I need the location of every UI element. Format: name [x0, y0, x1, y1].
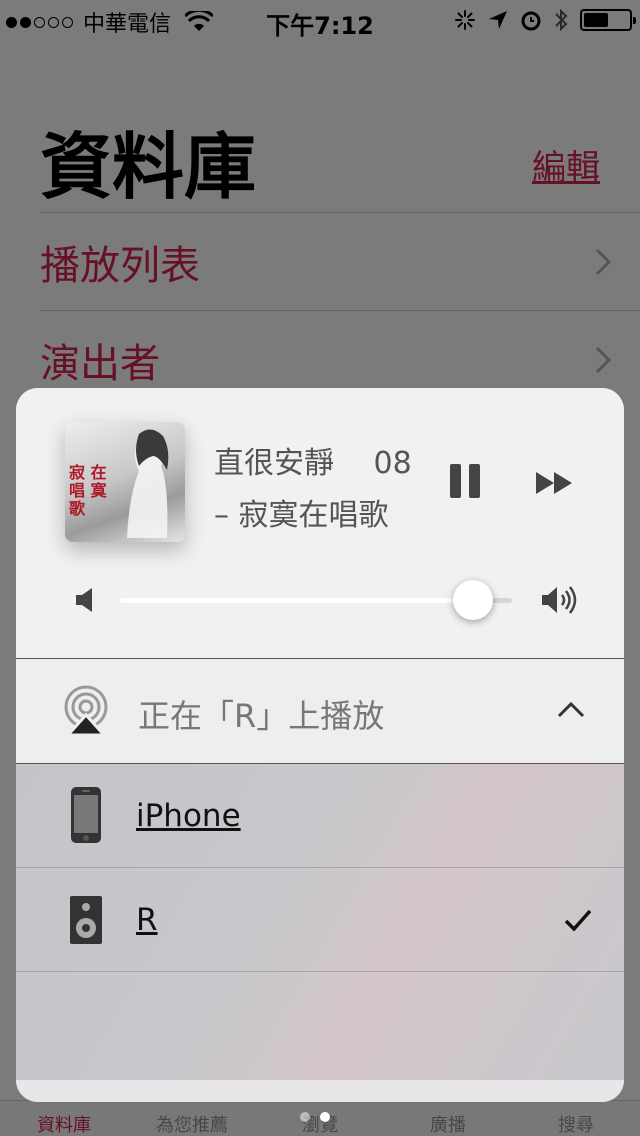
volume-min-icon: [76, 588, 92, 612]
device-label: R: [136, 902, 158, 938]
volume-slider-thumb[interactable]: [452, 580, 493, 620]
airplay-icon: [64, 685, 108, 737]
chevron-up-icon[interactable]: [556, 701, 586, 719]
airplay-header-label: 正在「R」上播放: [138, 697, 385, 735]
now-playing-panel: 寂 在唱 寞 歌 直很安靜 08 – 寂寞在唱歌: [16, 388, 624, 658]
airplay-device-iphone[interactable]: iPhone: [16, 764, 624, 868]
page-indicator[interactable]: [300, 1112, 330, 1122]
volume-max-icon: [542, 586, 577, 614]
song-info-marquee: 直很安靜 08 – 寂寞在唱歌: [214, 438, 412, 528]
page-dot: [300, 1112, 310, 1122]
sheet-bottom: [16, 1080, 624, 1102]
checkmark-icon: [564, 909, 592, 932]
control-center-sheet: 寂 在唱 寞 歌 直很安靜 08 – 寂寞在唱歌 正在「R」上播放 iPhone…: [16, 388, 624, 1102]
artwork-title-text: 寂 在唱 寞 歌: [69, 463, 107, 518]
volume-slider-fill: [120, 598, 473, 603]
fast-forward-button[interactable]: [536, 472, 574, 494]
device-label: iPhone: [136, 798, 241, 834]
song-artist-album: – 寂寞在唱歌: [214, 498, 389, 528]
song-title: 直很安靜 08: [214, 446, 412, 481]
iphone-icon: [71, 787, 101, 843]
page-dot-current: [320, 1112, 330, 1122]
artwork-figure: [127, 429, 169, 538]
album-artwork[interactable]: 寂 在唱 寞 歌: [65, 422, 185, 542]
volume-slider[interactable]: [120, 580, 512, 620]
airplay-device-r[interactable]: R: [16, 868, 624, 972]
speaker-icon: [70, 896, 102, 944]
airplay-device-list: iPhone R: [16, 764, 624, 1102]
pause-button[interactable]: [450, 464, 480, 498]
pause-icon: [450, 464, 461, 498]
airplay-header[interactable]: 正在「R」上播放: [16, 658, 624, 764]
